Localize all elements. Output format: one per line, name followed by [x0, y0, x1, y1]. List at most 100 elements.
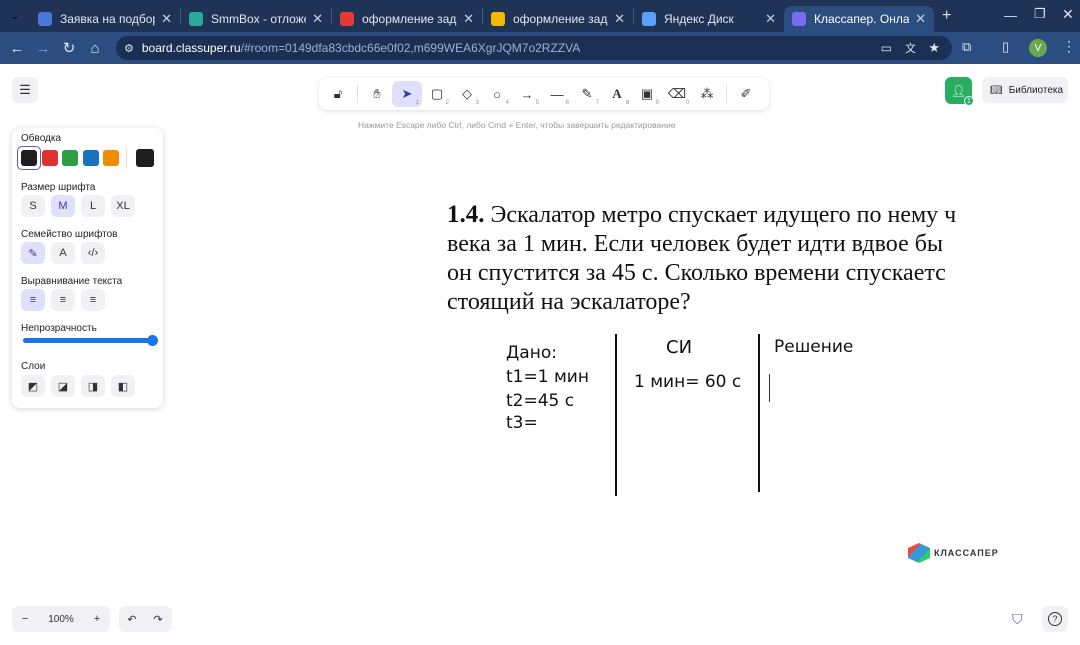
opacity-slider-thumb[interactable]	[147, 335, 158, 346]
translate-icon[interactable]: 文	[905, 40, 916, 56]
font-size-s-button[interactable]: S	[21, 195, 45, 217]
zoom-in-button[interactable]: +	[84, 613, 110, 625]
close-window-icon[interactable]: ✕	[1062, 6, 1074, 23]
browser-tab-bar: ⌄ Заявка на подбор сп✕SmmBox - отложенны…	[0, 0, 1080, 32]
restore-window-icon[interactable]: ❐	[1034, 6, 1046, 22]
tab-close-icon[interactable]: ✕	[161, 11, 172, 27]
brand-logo[interactable]: КЛАССАПЕР	[908, 543, 999, 563]
tab-close-icon[interactable]: ✕	[463, 11, 474, 27]
font-code-button[interactable]: ‹/›	[81, 242, 105, 264]
si-value[interactable]: 1 мин= 60 с	[634, 372, 741, 392]
line-tool-icon[interactable]: —6	[542, 81, 572, 107]
tab-close-icon[interactable]: ✕	[614, 11, 625, 27]
column-divider-2[interactable]	[758, 334, 760, 492]
undo-button[interactable]: ↶	[119, 613, 145, 626]
extensions-icon[interactable]: ⧉	[962, 39, 971, 55]
help-button[interactable]: ?	[1042, 606, 1068, 632]
stroke-color-swatch[interactable]	[82, 150, 99, 166]
stroke-current-swatch[interactable]	[136, 149, 154, 167]
opacity-slider[interactable]	[23, 335, 158, 346]
browser-tab[interactable]: Классапер. Онлайн д ✕	[784, 6, 934, 32]
tab-close-icon[interactable]: ✕	[312, 11, 323, 27]
solution-header[interactable]: Решение	[774, 337, 853, 357]
eraser-tool-icon[interactable]: ⌫ 0	[662, 81, 692, 107]
given-t3[interactable]: t3=	[506, 413, 538, 433]
problem-image[interactable]: 1.4. Эскалатор метро спускает идущего по…	[447, 200, 956, 317]
si-header[interactable]: СИ	[666, 337, 692, 358]
text-tool-icon[interactable]: A8	[602, 81, 632, 107]
font-hand-drawn-button[interactable]: ✎	[21, 242, 45, 264]
tab-list-dropdown-icon[interactable]: ⌄	[0, 11, 30, 22]
site-settings-icon[interactable]: ⚙	[124, 42, 134, 55]
cast-icon[interactable]: ▭	[881, 41, 892, 55]
new-tab-button[interactable]: +	[942, 7, 951, 25]
column-divider-1[interactable]	[615, 334, 617, 496]
ellipse-tool-icon[interactable]: ○ 4	[482, 81, 512, 107]
tool-key-hint: 4	[505, 100, 509, 106]
side-panel-icon[interactable]: ▯	[1002, 39, 1009, 55]
stroke-color-swatch[interactable]	[103, 150, 119, 166]
stroke-color-swatch[interactable]	[62, 150, 78, 166]
history-controls: ↶ ↷	[119, 606, 172, 632]
bookmark-star-icon[interactable]: ★	[928, 40, 940, 56]
browser-menu-icon[interactable]: ⋮	[1062, 38, 1076, 55]
forward-icon[interactable]: →	[30, 40, 56, 57]
browser-toolbar: ← → ↻ ⌂ ⚙ board.classuper.ru/#room=0149d…	[0, 32, 1080, 64]
redo-button[interactable]: ↷	[145, 613, 171, 626]
font-size-xl-button[interactable]: XL	[111, 195, 135, 217]
browser-tab[interactable]: Яндекс Диск ✕	[634, 6, 784, 32]
shield-icon[interactable]: ⛉	[1012, 611, 1023, 628]
browser-tab[interactable]: Заявка на подбор сп ✕	[30, 6, 180, 32]
zoom-controls: − 100% +	[12, 606, 110, 632]
tab-close-icon[interactable]: ✕	[765, 11, 776, 27]
home-icon[interactable]: ⌂	[82, 40, 108, 57]
stroke-color-swatch[interactable]	[41, 150, 58, 166]
stroke-label: Обводка	[21, 133, 62, 144]
arrow-tool-icon[interactable]: → 5	[512, 81, 542, 107]
send-backward-button[interactable]: ◪	[51, 375, 75, 397]
library-button[interactable]: 📖︎ Библиотека	[982, 77, 1068, 103]
back-icon[interactable]: ←	[4, 40, 30, 57]
main-menu-button[interactable]: ☰	[12, 77, 38, 103]
align-center-button[interactable]: ≡	[51, 289, 75, 311]
browser-tab[interactable]: оформление задачи ✕	[332, 6, 482, 32]
brand-cube-icon	[908, 543, 930, 563]
code-icon: ‹/›	[87, 247, 99, 259]
align-right-button[interactable]: ≡	[81, 289, 105, 311]
lock-tool-icon[interactable]: 🔓︎	[323, 81, 353, 107]
browser-tab[interactable]: оформление задачи ✕	[483, 6, 633, 32]
font-size-m-button[interactable]: M	[51, 195, 75, 217]
diamond-tool-icon[interactable]: ◇ 3	[452, 81, 482, 107]
address-bar[interactable]: ⚙ board.classuper.ru/#room=0149dfa83cbdc…	[116, 36, 952, 60]
zoom-level[interactable]: 100%	[38, 614, 84, 625]
zoom-out-button[interactable]: −	[12, 613, 38, 625]
given-header[interactable]: Дано:	[506, 343, 557, 363]
selection-tool-icon[interactable]: ➤ 1	[392, 81, 422, 107]
bring-to-front-icon: ◧	[117, 380, 129, 393]
bring-forward-button[interactable]: ◨	[81, 375, 105, 397]
send-to-back-button[interactable]: ◩	[21, 375, 45, 397]
rectangle-tool-icon[interactable]: ▢ 2	[422, 81, 452, 107]
given-t1[interactable]: t1=1 мин	[506, 367, 589, 387]
url-host: board.classuper.ru	[141, 41, 241, 55]
minimize-window-icon[interactable]: —	[1004, 8, 1017, 23]
pencil-tool-icon[interactable]: ✎ 7	[572, 81, 602, 107]
laser-pointer-icon[interactable]: ✐	[731, 81, 761, 107]
hamburger-icon: ☰	[19, 82, 31, 97]
hand-tool-icon[interactable]: ✋︎	[362, 81, 392, 107]
font-normal-button[interactable]: A	[51, 242, 75, 264]
image-tool-icon[interactable]: ▣ 9	[632, 81, 662, 107]
reload-icon[interactable]: ↻	[56, 39, 82, 57]
tools-toolbar: 🔓︎ ✋︎ ➤ 1 ▢ 2 ◇ 3 ○ 4 → 5 —6 ✎ 7 A8 ▣ 9 ⌫ 0 ⁂ ✐	[319, 78, 769, 110]
tool-key-hint: 6	[565, 100, 569, 106]
given-t2[interactable]: t2=45 с	[506, 391, 574, 411]
bring-to-front-button[interactable]: ◧	[111, 375, 135, 397]
profile-avatar[interactable]: V	[1029, 39, 1047, 57]
tab-close-icon[interactable]: ✕	[915, 11, 926, 27]
font-normal-icon: A	[59, 247, 67, 259]
extra-tools-icon[interactable]: ⁂	[692, 81, 722, 107]
align-left-button[interactable]: ≡	[21, 289, 45, 311]
font-size-l-button[interactable]: L	[81, 195, 105, 217]
pencil-icon: ✎	[28, 247, 38, 260]
browser-tab[interactable]: SmmBox - отложенны ✕	[181, 6, 331, 32]
